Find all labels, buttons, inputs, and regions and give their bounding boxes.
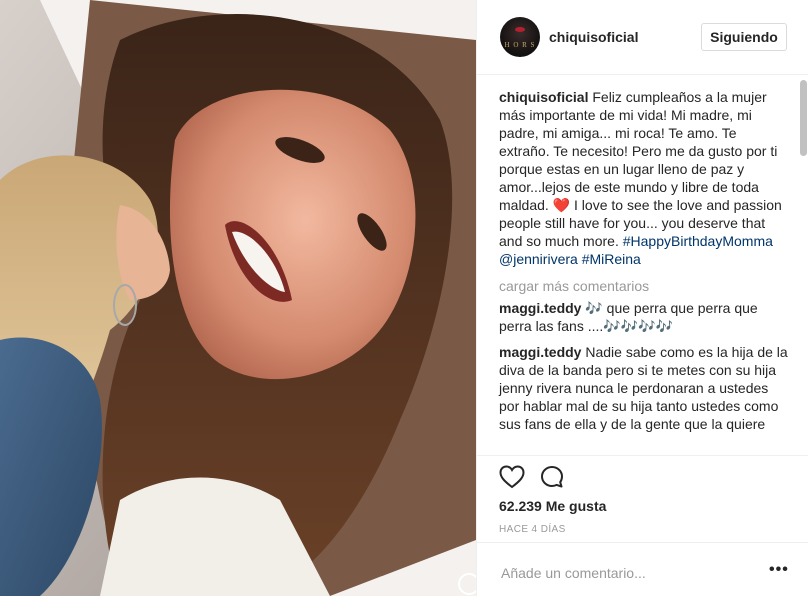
comment-item: maggi.teddy Nadie sabe como es la hija d… [499,343,791,433]
comment-input[interactable]: Añade un comentario... [501,565,646,581]
mention-jennirivera[interactable]: @jennirivera [499,251,578,267]
likes-count[interactable]: 62.239 Me gusta [499,498,606,514]
hashtag-happybirthdaymomma[interactable]: #HappyBirthdayMomma [623,233,773,249]
post-username[interactable]: chiquisoficial [549,29,638,45]
comments-section[interactable]: chiquisoficial Feliz cumpleaños a la muj… [477,76,808,456]
avatar-lips [515,27,525,32]
post-photo[interactable] [0,0,476,596]
photo-illustration [0,0,476,596]
avatar-logo-text: H O R S [504,41,536,49]
following-button[interactable]: Siguiendo [701,23,787,51]
load-more-comments[interactable]: cargar más comentarios [499,277,791,295]
post-timestamp[interactable]: HACE 4 DÍAS [499,524,566,535]
add-comment-bar: Añade un comentario... ••• [477,542,808,596]
comment-username[interactable]: maggi.teddy [499,344,581,360]
more-options-icon[interactable]: ••• [769,562,789,578]
heart-outline-icon[interactable] [499,465,525,489]
comment-username[interactable]: maggi.teddy [499,300,581,316]
comment-item: maggi.teddy 🎶 que perra que perra que pe… [499,299,791,335]
heart-emoji: ❤️ [552,197,571,213]
speech-bubble-icon[interactable] [540,465,564,489]
caption: chiquisoficial Feliz cumpleaños a la muj… [499,88,791,268]
post-header: H O R S chiquisoficial Siguiendo [477,0,808,75]
avatar[interactable]: H O R S [500,17,540,57]
caption-username[interactable]: chiquisoficial [499,89,588,105]
comments-list: chiquisoficial Feliz cumpleaños a la muj… [499,88,791,433]
hashtag-mireina[interactable]: #MiReina [582,251,641,267]
post-sidebar: H O R S chiquisoficial Siguiendo chiquis… [476,0,808,596]
caption-text-1: Feliz cumpleaños a la mujer más importan… [499,89,778,213]
comments-scrollbar[interactable] [800,80,807,156]
